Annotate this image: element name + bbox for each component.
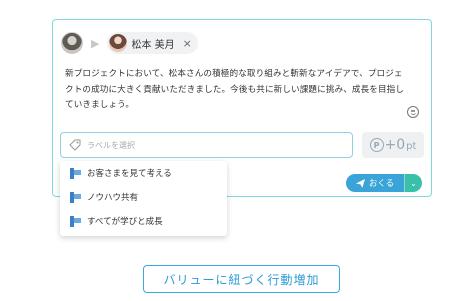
arrow-right-icon: ▶ (91, 36, 100, 50)
label-dropdown: お客さまを見て考える ノウハウ共有 すべてが学びと成長 (60, 161, 227, 236)
send-label: おくる (368, 179, 395, 189)
dropdown-item[interactable]: お客さまを見て考える (60, 161, 227, 185)
tag-icon (69, 139, 81, 151)
points-field[interactable]: P +0 pt (362, 132, 424, 158)
sender-avatar (61, 32, 83, 54)
dropdown-item[interactable]: ノウハウ共有 (60, 185, 227, 209)
chevron-down-icon: ⌄ (410, 178, 417, 188)
send-button[interactable]: おくる (346, 174, 404, 192)
dropdown-item-label: ノウハウ共有 (87, 193, 139, 203)
message-line: クトの成功に大きく貢献いただきました。今後も共に新しい課題に挑み、成長を目指し (65, 84, 405, 95)
message-body[interactable]: 新プロジェクトにおいて、松本さんの積極的な取り組みと斬新なアイデアで、プロジェ … (65, 67, 421, 114)
label-select-input[interactable]: ラベルを選択 (60, 132, 353, 158)
dropdown-item[interactable]: すべてが学びと成長 (60, 209, 227, 233)
label-placeholder: ラベルを選択 (87, 140, 135, 150)
value-flag-icon (70, 191, 81, 203)
send-options-button[interactable]: ⌄ (404, 174, 422, 192)
dropdown-item-label: お客さまを見て考える (87, 169, 172, 179)
value-flag-icon (70, 167, 81, 179)
value-action-button[interactable]: バリューに紐づく行動増加 (143, 265, 340, 293)
points-p-icon: P (369, 138, 384, 152)
paper-plane-icon (355, 178, 365, 188)
recipient-name: 松本 美月 (131, 39, 175, 51)
points-value: +0 (384, 137, 406, 153)
points-unit: pt (406, 141, 417, 152)
recipient-avatar (109, 34, 128, 52)
people-row: ▶ 松本 美月 × (61, 28, 198, 58)
recipient-chip[interactable]: 松本 美月 × (107, 32, 198, 54)
dropdown-item-label: すべてが学びと成長 (87, 217, 163, 227)
close-icon[interactable]: × (183, 37, 192, 50)
smiley-icon[interactable] (407, 106, 419, 118)
message-line: ていきましょう。 (65, 100, 135, 111)
send-button-group: おくる ⌄ (346, 174, 422, 192)
message-line: 新プロジェクトにおいて、松本さんの積極的な取り組みと斬新なアイデアで、プロジェ (65, 69, 403, 79)
value-flag-icon (70, 215, 81, 227)
